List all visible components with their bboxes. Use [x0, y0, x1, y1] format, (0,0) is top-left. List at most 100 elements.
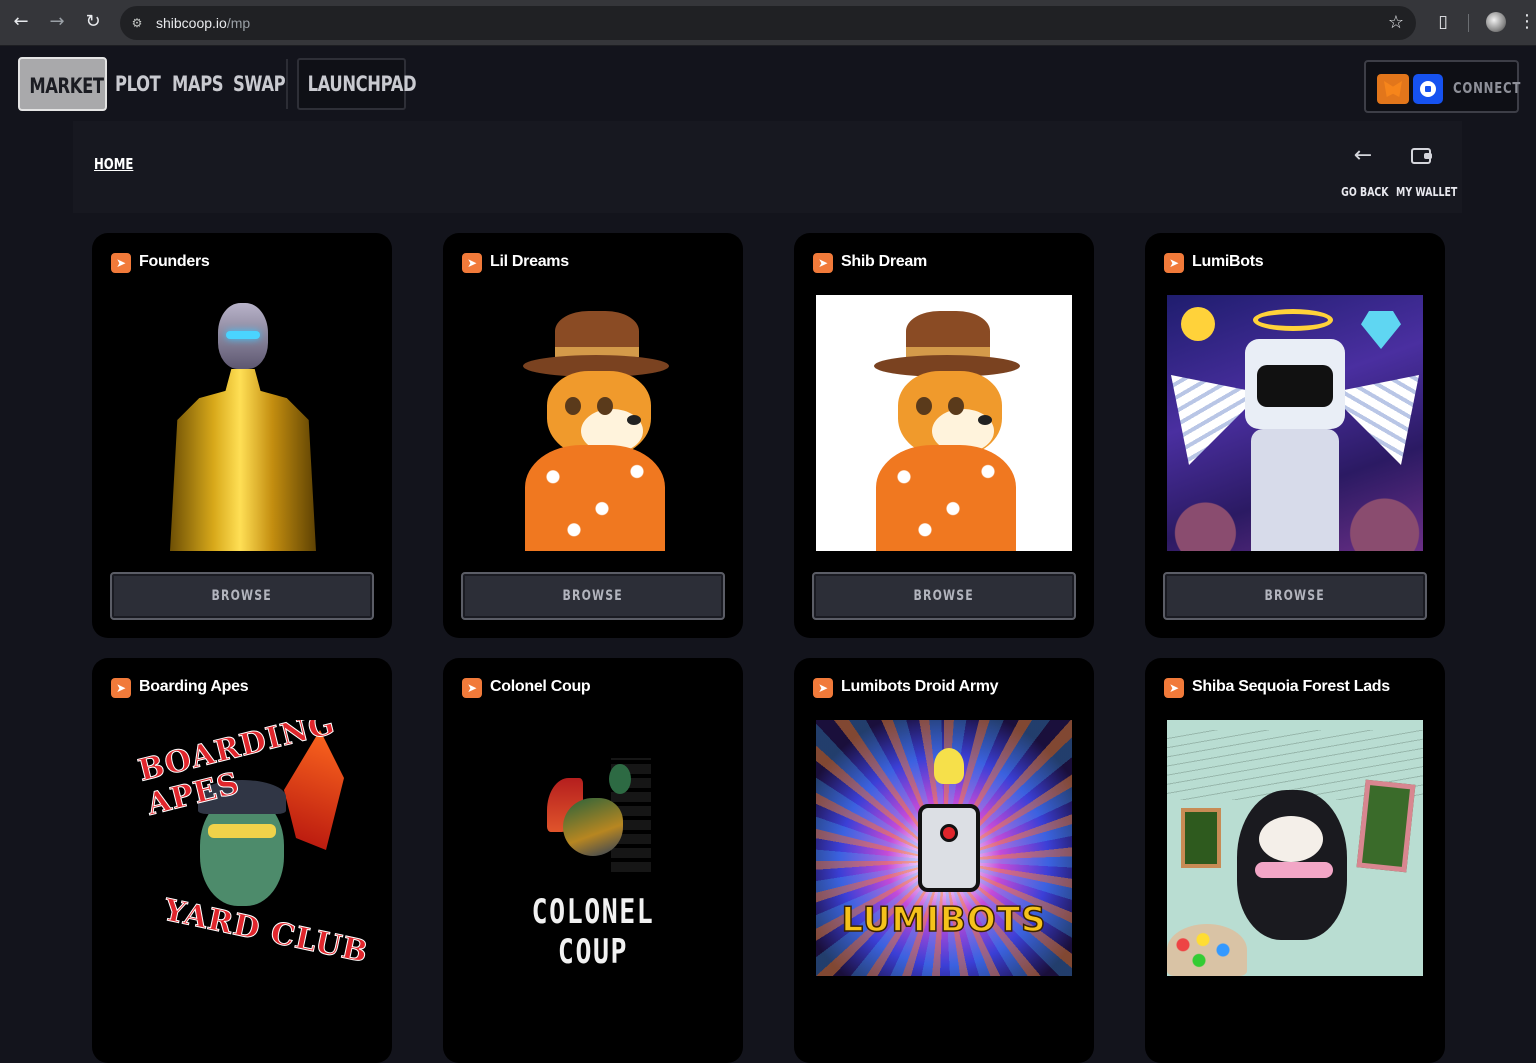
url-path: /mp	[226, 15, 251, 31]
fedora-hat	[874, 311, 1020, 377]
arrow-left-icon: ←	[1353, 143, 1373, 168]
app-header: MARKET PLOT MAPS SWAP LAUNCHPAD CONNECT	[0, 47, 1536, 121]
browse-button[interactable]: BROWSE	[1163, 572, 1427, 620]
connect-label: CONNECT	[1453, 79, 1522, 97]
puzzle-icon[interactable]: ▯	[1430, 9, 1456, 35]
go-back-button[interactable]: ← GO BACK	[1335, 141, 1391, 199]
browse-label: BROWSE	[562, 588, 624, 604]
collection-card-shiba-sequoia-forest-lads: ➤ Shiba Sequoia Forest Lads	[1145, 658, 1445, 1063]
rooster-body	[563, 798, 623, 856]
rocket-icon: ➤	[813, 253, 833, 273]
address-bar[interactable]: ⚙ shibcoop.io/mp ☆	[120, 6, 1416, 40]
golden-android-figure	[170, 369, 316, 551]
collection-title: LumiBots	[1192, 253, 1264, 270]
halo	[1253, 309, 1333, 331]
browse-button[interactable]: BROWSE	[461, 572, 725, 620]
art-text: LUMIBOTS	[841, 899, 1047, 941]
easel-left	[1181, 808, 1221, 868]
rocket-icon: ➤	[1164, 678, 1184, 698]
art-text-bottom: YARD CLUB	[160, 892, 370, 971]
ape-glasses	[208, 824, 276, 838]
star-icon[interactable]: ☆	[1388, 12, 1404, 34]
collection-card-lumibots: ➤ LumiBots BROWSE	[1145, 233, 1445, 638]
collection-card-boarding-apes: ➤ Boarding Apes BOARDING APES YARD CLUB	[92, 658, 392, 1063]
url-host: shibcoop.io	[156, 15, 227, 31]
robot-torso	[1251, 429, 1339, 551]
pink-bandana	[1255, 862, 1333, 878]
fedora-hat	[523, 311, 669, 377]
tab-maps[interactable]: MAPS	[172, 57, 224, 111]
rooster-head	[609, 764, 631, 794]
collection-image[interactable]: LUMIBOTS	[816, 720, 1072, 976]
collection-card-colonel-coup: ➤ Colonel Coup COLONEL COUP	[443, 658, 743, 1063]
tab-market-label: MARKET	[29, 74, 104, 98]
collection-image[interactable]	[1167, 295, 1423, 551]
arrow-right-icon[interactable]: →	[43, 8, 71, 36]
wallet-icon	[1389, 141, 1453, 171]
tab-swap[interactable]: SWAP	[233, 57, 286, 111]
collection-image[interactable]	[1167, 720, 1423, 976]
rocket-icon: ➤	[813, 678, 833, 698]
tab-launchpad[interactable]: LAUNCHPAD	[297, 58, 417, 110]
collection-card-shib-dream: ➤ Shib Dream BROWSE	[794, 233, 1094, 638]
emoji-icon	[1181, 307, 1215, 341]
browse-label: BROWSE	[1264, 588, 1326, 604]
collection-card-lil-dreams: ➤ Lil Dreams BROWSE	[443, 233, 743, 638]
tab-market[interactable]: MARKET	[18, 57, 107, 111]
my-wallet-label: MY WALLET	[1396, 185, 1458, 199]
breadcrumb-bar: HOME ← GO BACK MY WALLET	[73, 121, 1462, 213]
shiba-face	[1259, 816, 1323, 862]
collection-card-lumibots-droid-army: ➤ Lumibots Droid Army LUMIBOTS	[794, 658, 1094, 1063]
coinbase-wallet-icon	[1413, 74, 1443, 104]
collection-title: Lil Dreams	[490, 253, 569, 270]
rocket-icon: ➤	[462, 253, 482, 273]
diamond-icon	[1361, 311, 1401, 349]
reload-icon[interactable]: ↻	[79, 8, 107, 36]
rocket-icon: ➤	[462, 678, 482, 698]
collection-card-founders: ➤ Founders BROWSE	[92, 233, 392, 638]
collection-image[interactable]: BOARDING APES YARD CLUB	[114, 720, 370, 976]
metamask-icon	[1377, 74, 1409, 104]
rocket-icon: ➤	[1164, 253, 1184, 273]
toolbar-divider	[1468, 14, 1469, 32]
tab-plot[interactable]: PLOT	[115, 57, 161, 111]
my-wallet-button[interactable]: MY WALLET	[1389, 141, 1458, 199]
browse-label: BROWSE	[211, 588, 273, 604]
collection-title: Boarding Apes	[139, 678, 249, 695]
browse-label: BROWSE	[913, 588, 975, 604]
site-settings-icon[interactable]: ⚙	[128, 14, 146, 32]
glowing-eyes	[226, 331, 260, 339]
robot-visor	[1257, 365, 1333, 407]
browser-toolbar: ← → ↻ ⚙ shibcoop.io/mp ☆ ▯ ⋮	[0, 0, 1536, 46]
tab-launchpad-label: LAUNCHPAD	[307, 72, 417, 96]
droid-eye	[940, 824, 958, 842]
hawaiian-shirt	[876, 445, 1016, 551]
rocket-icon: ➤	[111, 678, 131, 698]
collection-title: Shib Dream	[841, 253, 927, 270]
collection-title: Founders	[139, 253, 210, 270]
kebab-menu-icon[interactable]: ⋮	[1518, 9, 1536, 35]
rocket-icon: ➤	[111, 253, 131, 273]
collection-image[interactable]	[465, 295, 721, 551]
lightbulb-icon	[934, 748, 964, 784]
easel-right	[1356, 779, 1416, 873]
droid-body	[918, 804, 980, 892]
url-text[interactable]: shibcoop.io/mp	[156, 14, 250, 32]
hawaiian-shirt	[525, 445, 665, 551]
collection-image[interactable]: COLONEL COUP	[465, 720, 721, 976]
collection-title: Lumibots Droid Army	[841, 678, 999, 695]
collection-image[interactable]	[114, 295, 370, 551]
arrow-left-icon[interactable]: ←	[7, 8, 35, 36]
paint-palette	[1167, 924, 1247, 976]
collection-title: Colonel Coup	[490, 678, 591, 695]
go-back-label: GO BACK	[1341, 185, 1389, 199]
profile-avatar[interactable]	[1486, 12, 1506, 32]
breadcrumb-home-link[interactable]: HOME	[94, 155, 133, 173]
connect-wallet-button[interactable]: CONNECT	[1364, 60, 1522, 113]
collection-image[interactable]	[816, 295, 1072, 551]
art-text: COLONEL COUP	[531, 892, 655, 972]
collection-title: Shiba Sequoia Forest Lads	[1192, 678, 1390, 695]
nav-divider	[286, 59, 288, 109]
browse-button[interactable]: BROWSE	[110, 572, 374, 620]
browse-button[interactable]: BROWSE	[812, 572, 1076, 620]
